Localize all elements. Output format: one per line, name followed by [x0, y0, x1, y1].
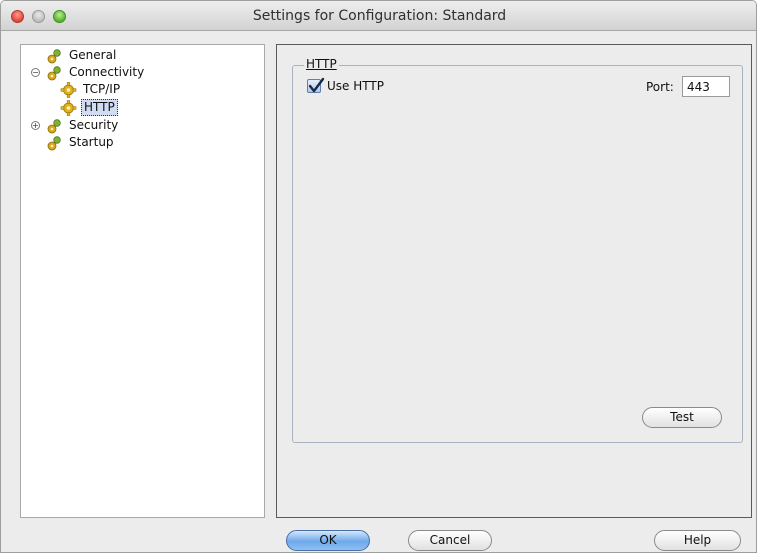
port-input[interactable] — [682, 76, 730, 97]
tree-item-label: TCP/IP — [83, 82, 121, 96]
gear-icon — [60, 99, 77, 116]
expand-icon[interactable]: + — [31, 121, 40, 130]
tree-item-startup[interactable]: Startup — [46, 134, 116, 151]
test-button[interactable]: Test — [642, 407, 722, 428]
tree-item-label: Startup — [69, 135, 114, 149]
gear-group-icon — [47, 135, 61, 150]
cancel-button[interactable]: Cancel — [408, 530, 492, 551]
tree-item-security[interactable]: Security — [46, 117, 120, 134]
ok-button[interactable]: OK — [286, 530, 370, 551]
checkmark-icon — [308, 77, 325, 93]
collapse-icon[interactable]: − — [31, 68, 40, 77]
use-http-label[interactable]: Use HTTP — [327, 79, 384, 93]
gear-group-icon — [47, 118, 61, 133]
group-title-text: HTTP — [306, 57, 337, 71]
settings-window: Settings for Configuration: Standard Gen… — [0, 0, 757, 553]
tree-item-tcpip[interactable]: TCP/IP — [60, 81, 122, 98]
gear-group-icon — [47, 65, 61, 80]
settings-tree: General − Connectivity TCP/IP HTTP + Sec… — [20, 44, 265, 518]
http-group-box: HTTP Use HTTP Port: Test — [292, 57, 743, 443]
window-title: Settings for Configuration: Standard — [252, 8, 507, 24]
tree-item-label: HTTP — [81, 99, 118, 116]
title-bar: Settings for Configuration: Standard — [1, 1, 756, 31]
help-button[interactable]: Help — [654, 530, 741, 551]
gear-group-icon — [47, 48, 61, 63]
use-http-checkbox[interactable] — [307, 77, 325, 93]
port-label: Port: — [646, 80, 674, 94]
tree-item-label: General — [69, 48, 117, 62]
tree-item-general[interactable]: General — [46, 47, 118, 64]
group-title: HTTP — [304, 57, 339, 71]
tree-item-http[interactable]: HTTP — [60, 99, 118, 116]
tree-item-connectivity[interactable]: Connectivity — [46, 64, 146, 81]
settings-content-panel: HTTP Use HTTP Port: Test — [276, 44, 752, 518]
tree-item-label: Security — [69, 118, 119, 132]
tree-item-label: Connectivity — [69, 65, 145, 79]
gear-icon — [60, 81, 77, 98]
